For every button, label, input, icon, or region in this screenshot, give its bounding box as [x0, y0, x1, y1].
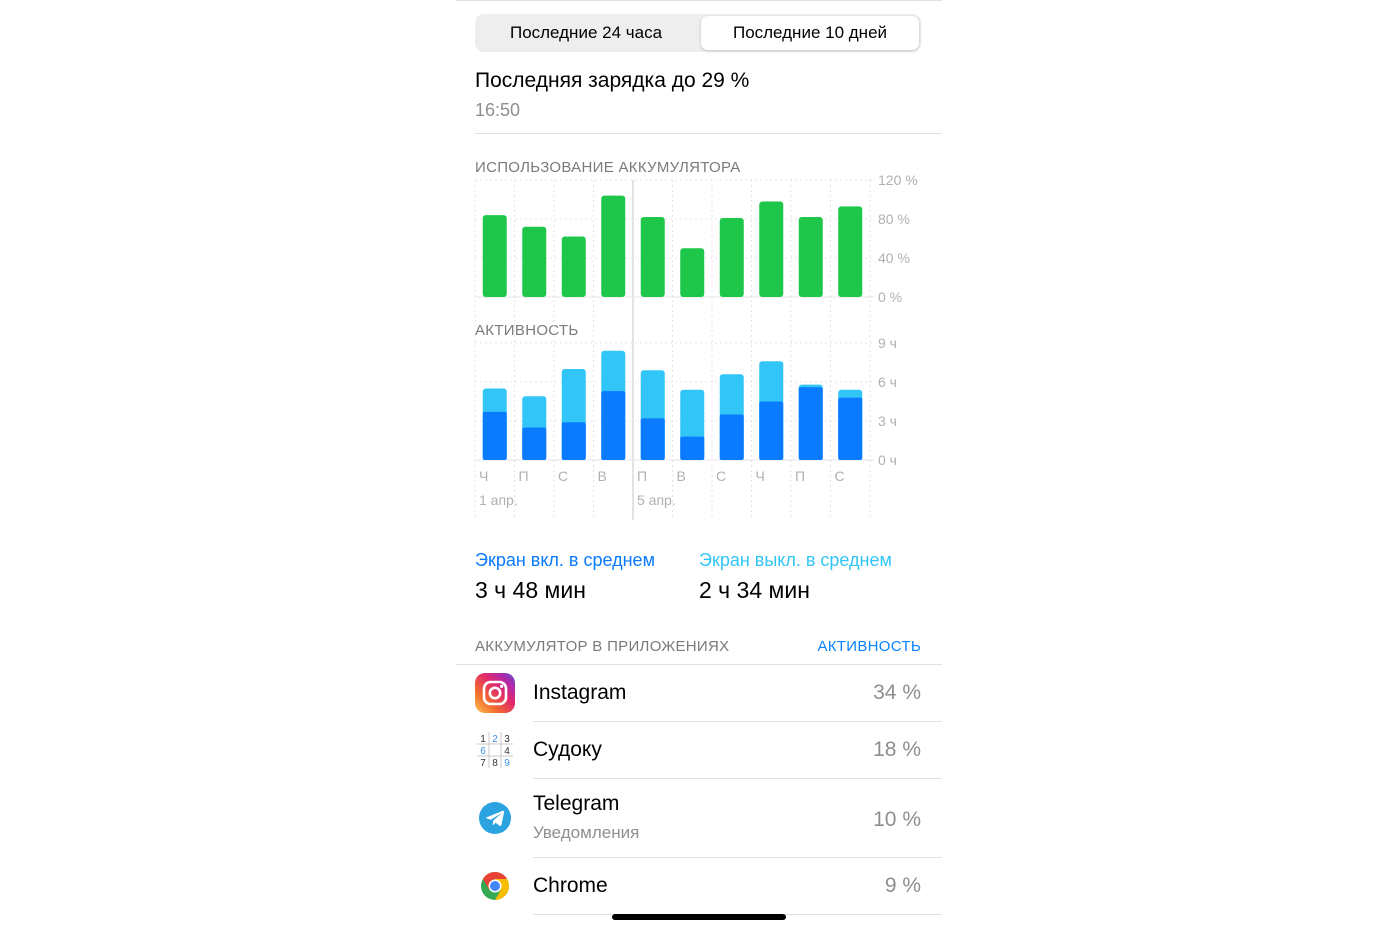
- sudoku-digit: 4: [504, 746, 510, 757]
- sudoku-digit: 6: [480, 746, 486, 757]
- app-subtitle: Уведомления: [533, 823, 640, 842]
- app-name: Судоку: [533, 738, 602, 761]
- x-axis-day-label: С: [716, 468, 726, 484]
- sudoku-digit: 9: [504, 758, 510, 769]
- activity-screen-on-bar: [640, 418, 665, 460]
- battery-usage-y-tick-label: 80 %: [878, 211, 910, 227]
- activity-screen-on-bar: [561, 422, 586, 460]
- app-battery-percent: 34 %: [873, 681, 921, 704]
- app-name: Instagram: [533, 681, 627, 704]
- screen-on-average-value: 3 ч 48 мин: [475, 577, 586, 603]
- instagram-icon: [475, 673, 515, 713]
- show-activity-toggle[interactable]: АКТИВНОСТЬ: [817, 638, 921, 655]
- x-axis-day-label: П: [795, 468, 805, 484]
- sudoku-digit: 7: [480, 758, 486, 769]
- screen-off-average-label: Экран выкл. в среднем: [699, 550, 892, 570]
- sudoku-digit: 3: [504, 734, 510, 745]
- battery-usage-bar: [680, 248, 705, 297]
- x-axis-date-label: 1 апр.: [479, 492, 518, 508]
- app-row-telegram[interactable]: Telegram Уведомления 10 %: [456, 779, 942, 858]
- battery-usage-y-tick-label: 40 %: [878, 250, 910, 266]
- battery-activity-charts: 120 % 80 % 40 % 0 % 9 ч 6 ч 3 ч 0 ч Ч П С В П В С Ч П С 1 …: [474, 172, 918, 520]
- sudoku-icon: 123 6 4 789: [475, 730, 515, 770]
- battery-screen: Последние 24 часа Последние 10 дней Посл…: [456, 0, 942, 932]
- sudoku-digit: 2: [492, 734, 498, 745]
- app-battery-percent: 10 %: [873, 808, 921, 831]
- sudoku-digit: 8: [492, 758, 498, 769]
- battery-usage-bar: [522, 226, 547, 297]
- battery-usage-bar: [561, 236, 586, 297]
- activity-screen-on-bar: [680, 436, 705, 460]
- battery-usage-y-tick-label: 0 %: [878, 289, 902, 305]
- battery-usage-bar: [601, 195, 626, 297]
- app-row-sudoku[interactable]: 123 6 4 789 Судоку 18 %: [456, 722, 942, 779]
- x-axis-day-label: Ч: [756, 468, 765, 484]
- activity-y-tick-label: 3 ч: [878, 413, 897, 429]
- sudoku-digit: 1: [480, 734, 486, 745]
- screen-on-average-label: Экран вкл. в среднем: [475, 550, 655, 570]
- telegram-icon: [475, 798, 515, 838]
- activity-screen-on-bar: [759, 401, 784, 460]
- x-axis-day-label: П: [519, 468, 529, 484]
- x-axis-day-label: Ч: [479, 468, 488, 484]
- x-axis-day-label: С: [835, 468, 845, 484]
- x-axis-day-label: В: [677, 468, 686, 484]
- activity-screen-on-bar: [601, 391, 626, 460]
- battery-usage-bar: [719, 218, 744, 297]
- app-battery-percent: 18 %: [873, 738, 921, 761]
- app-row-chrome[interactable]: Chrome 9 %: [456, 858, 942, 915]
- activity-screen-on-bar: [838, 397, 863, 460]
- app-name: Chrome: [533, 874, 608, 897]
- app-name: Telegram: [533, 792, 620, 815]
- activity-screen-on-bar: [482, 411, 507, 460]
- activity-y-tick-label: 9 ч: [878, 335, 897, 351]
- app-battery-percent: 9 %: [884, 874, 921, 897]
- battery-usage-bar: [482, 215, 507, 297]
- activity-screen-on-bar: [522, 427, 547, 460]
- chrome-icon: [475, 866, 515, 906]
- x-axis-day-label: П: [637, 468, 647, 484]
- activity-y-tick-label: 6 ч: [878, 374, 897, 390]
- activity-y-tick-label: 0 ч: [878, 452, 897, 468]
- activity-screen-on-bar: [719, 414, 744, 460]
- x-axis-date-label: 5 апр.: [637, 492, 676, 508]
- activity-screen-on-bar: [798, 387, 823, 460]
- apps-battery-header: АККУМУЛЯТОР В ПРИЛОЖЕНИЯХ: [475, 638, 730, 655]
- battery-usage-bar: [759, 201, 784, 297]
- battery-usage-bar: [798, 217, 823, 297]
- screen-off-average-value: 2 ч 34 мин: [699, 577, 810, 603]
- x-axis-day-label: В: [598, 468, 607, 484]
- battery-usage-y-tick-label: 120 %: [878, 172, 918, 188]
- battery-usage-bar: [838, 206, 863, 297]
- home-indicator[interactable]: [612, 914, 786, 920]
- app-row-instagram[interactable]: Instagram 34 %: [456, 665, 942, 722]
- battery-usage-bar: [640, 217, 665, 297]
- x-axis-day-label: С: [558, 468, 568, 484]
